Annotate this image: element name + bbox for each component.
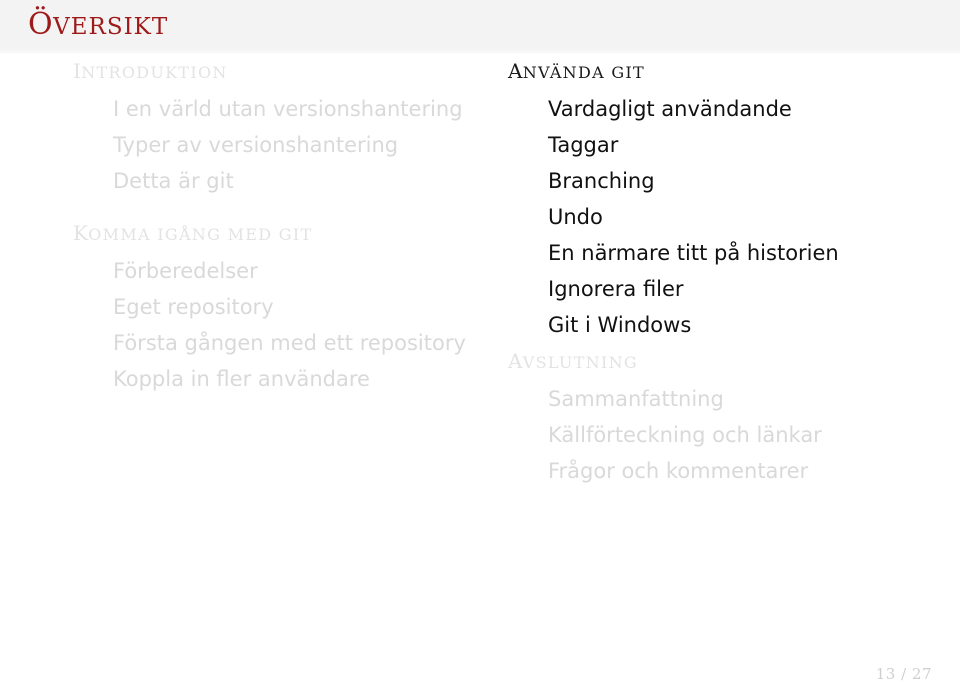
slide-header-band: ÖVERSIKT [0, 0, 960, 53]
section-title-initial: I [73, 59, 82, 83]
subsection-list-anvanda-git: Vardagligt användande Taggar Branching U… [508, 91, 928, 343]
section-title-initial: K [73, 221, 89, 245]
outline-section-komma-igang-med-git[interactable]: KOMMA IGÅNG MED GIT Förberedelser Eget r… [73, 215, 473, 397]
list-item[interactable]: En närmare titt på historien [548, 235, 928, 271]
section-title-remainder: NVÄNDA GIT [522, 63, 646, 82]
list-item[interactable]: Branching [548, 163, 928, 199]
list-item[interactable]: Ignorera filer [548, 271, 928, 307]
list-item[interactable]: Typer av versionshantering [113, 127, 473, 163]
subsection-list-introduktion: I en värld utan versionshantering Typer … [73, 91, 473, 199]
outline-column-left: INTRODUKTION I en värld utan versionshan… [73, 53, 473, 397]
list-item[interactable]: Git i Windows [548, 307, 928, 343]
section-title-remainder: NTRODUKTION [81, 63, 228, 82]
outline-section-anvanda-git[interactable]: ANVÄNDA GIT Vardagligt användande Taggar… [508, 53, 928, 343]
section-title-initial: A [508, 59, 523, 83]
list-item[interactable]: Första gången med ett repository [113, 325, 473, 361]
subsection-list-komma-igang-med-git: Förberedelser Eget repository Första gån… [73, 253, 473, 397]
section-title-initial: A [508, 349, 523, 373]
list-item[interactable]: Undo [548, 199, 928, 235]
list-item[interactable]: I en värld utan versionshantering [113, 91, 473, 127]
subsection-list-avslutning: Sammanfattning Källförteckning och länka… [508, 381, 928, 489]
section-title-avslutning: AVSLUTNING [508, 343, 928, 381]
list-item[interactable]: Koppla in fler användare [113, 361, 473, 397]
outline-column-right: ANVÄNDA GIT Vardagligt användande Taggar… [508, 53, 928, 489]
section-title-introduktion: INTRODUKTION [73, 53, 473, 91]
outline-columns: INTRODUKTION I en värld utan versionshan… [0, 53, 960, 653]
section-title-anvanda-git: ANVÄNDA GIT [508, 53, 928, 91]
outline-section-introduktion[interactable]: INTRODUKTION I en värld utan versionshan… [73, 53, 473, 199]
list-item[interactable]: Vardagligt användande [548, 91, 928, 127]
page-title-remainder: VERSIKT [53, 14, 169, 40]
page-title: ÖVERSIKT [28, 5, 168, 47]
section-title-remainder: VSLUTNING [522, 353, 638, 372]
page-number: 13 / 27 [875, 665, 932, 683]
section-title-remainder: OMMA IGÅNG MED GIT [88, 225, 313, 244]
list-item[interactable]: Eget repository [113, 289, 473, 325]
page-title-initial: Ö [28, 7, 54, 42]
list-item[interactable]: Frågor och kommentarer [548, 453, 928, 489]
list-item[interactable]: Taggar [548, 127, 928, 163]
section-title-komma-igang-med-git: KOMMA IGÅNG MED GIT [73, 215, 473, 253]
outline-section-avslutning[interactable]: AVSLUTNING Sammanfattning Källförtecknin… [508, 343, 928, 489]
list-item[interactable]: Källförteckning och länkar [548, 417, 928, 453]
list-item[interactable]: Förberedelser [113, 253, 473, 289]
list-item[interactable]: Detta är git [113, 163, 473, 199]
list-item[interactable]: Sammanfattning [548, 381, 928, 417]
